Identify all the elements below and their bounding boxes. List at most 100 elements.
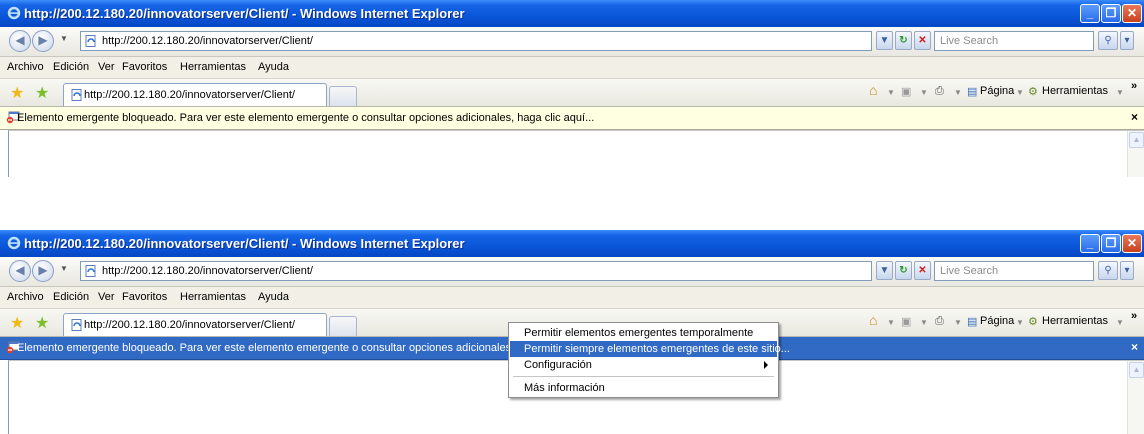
- gear-icon[interactable]: ⚙: [1028, 85, 1038, 98]
- tools-menu-button[interactable]: Herramientas: [1042, 315, 1108, 327]
- page-dropdown-icon[interactable]: ▼: [1016, 318, 1024, 327]
- page-icon: [85, 265, 96, 277]
- print-dropdown-icon[interactable]: ▼: [954, 318, 962, 327]
- browser-window-1: http://200.12.180.20/innovatorserver/Cli…: [0, 0, 1144, 177]
- minimize-button[interactable]: _: [1080, 4, 1100, 23]
- menu-edicion[interactable]: Edición: [53, 61, 89, 73]
- home-dropdown-icon[interactable]: ▼: [887, 88, 895, 97]
- page-icon: [71, 89, 82, 101]
- search-input[interactable]: Live Search: [934, 261, 1094, 281]
- address-bar[interactable]: http://200.12.180.20/innovatorserver/Cli…: [80, 31, 872, 51]
- minimize-button[interactable]: _: [1080, 234, 1100, 253]
- page-menu-button[interactable]: Página: [980, 85, 1014, 97]
- favorites-star-icon[interactable]: ★: [10, 83, 24, 103]
- navigation-bar: ◀ ▶ ▼ http://200.12.180.20/innovatorserv…: [0, 257, 1144, 287]
- page-dropdown-icon[interactable]: ▼: [1016, 88, 1024, 97]
- window-title: http://200.12.180.20/innovatorserver/Cli…: [24, 236, 465, 251]
- tabs-and-favorites-bar: ★ ★ http://200.12.180.20/innovatorserver…: [0, 79, 1144, 107]
- page-icon: [85, 35, 96, 47]
- menu-herramientas[interactable]: Herramientas: [180, 61, 246, 73]
- info-bar-message: Elemento emergente bloqueado. Para ver e…: [17, 112, 595, 124]
- menu-item-settings[interactable]: Configuración: [510, 357, 777, 373]
- menu-item-allow-temporarily[interactable]: Permitir elementos emergentes temporalme…: [510, 325, 777, 341]
- forward-button[interactable]: ▶: [32, 260, 54, 282]
- menu-item-more-info[interactable]: Más información: [510, 380, 777, 396]
- search-icon[interactable]: ⚲: [1098, 261, 1118, 280]
- search-options-dropdown[interactable]: ▾: [1120, 31, 1134, 50]
- maximize-button[interactable]: ❐: [1101, 4, 1121, 23]
- info-bar-close-icon[interactable]: ×: [1131, 340, 1138, 354]
- feeds-dropdown-icon[interactable]: ▼: [920, 88, 928, 97]
- new-tab-button[interactable]: [329, 86, 357, 106]
- back-button[interactable]: ◀: [9, 260, 31, 282]
- print-icon[interactable]: ⎙: [935, 315, 944, 328]
- menu-ver[interactable]: Ver: [98, 291, 115, 303]
- search-icon[interactable]: ⚲: [1098, 31, 1118, 50]
- home-dropdown-icon[interactable]: ▼: [887, 318, 895, 327]
- menu-edicion[interactable]: Edición: [53, 291, 89, 303]
- recent-pages-dropdown-icon[interactable]: ▼: [60, 34, 68, 43]
- info-bar-close-icon[interactable]: ×: [1131, 110, 1138, 124]
- new-tab-button[interactable]: [329, 316, 357, 336]
- menu-archivo[interactable]: Archivo: [7, 61, 44, 73]
- maximize-button[interactable]: ❐: [1101, 234, 1121, 253]
- close-window-button[interactable]: ✕: [1122, 234, 1142, 253]
- menu-separator: [513, 376, 774, 377]
- address-dropdown-button[interactable]: ▼: [876, 31, 893, 50]
- menu-herramientas[interactable]: Herramientas: [180, 291, 246, 303]
- tab-active[interactable]: http://200.12.180.20/innovatorserver/Cli…: [63, 313, 327, 336]
- add-favorites-icon[interactable]: ★: [35, 83, 49, 103]
- page-icon: [71, 319, 82, 331]
- favorites-star-icon[interactable]: ★: [10, 313, 24, 333]
- stop-button[interactable]: ✕: [914, 31, 931, 50]
- scroll-up-icon[interactable]: ▲: [1129, 362, 1144, 378]
- title-bar[interactable]: http://200.12.180.20/innovatorserver/Cli…: [0, 0, 1144, 27]
- chevron-more-icon[interactable]: »: [1131, 310, 1137, 322]
- information-bar[interactable]: Elemento emergente bloqueado. Para ver e…: [0, 107, 1144, 130]
- gear-icon[interactable]: ⚙: [1028, 315, 1038, 328]
- refresh-button[interactable]: ↻: [895, 31, 912, 50]
- tools-menu-button[interactable]: Herramientas: [1042, 85, 1108, 97]
- menu-ayuda[interactable]: Ayuda: [258, 291, 289, 303]
- add-favorites-icon[interactable]: ★: [35, 313, 49, 333]
- stop-button[interactable]: ✕: [914, 261, 931, 280]
- feeds-dropdown-icon[interactable]: ▼: [920, 318, 928, 327]
- address-bar[interactable]: http://200.12.180.20/innovatorserver/Cli…: [80, 261, 872, 281]
- address-url: http://200.12.180.20/innovatorserver/Cli…: [102, 265, 313, 277]
- home-icon[interactable]: ⌂: [869, 312, 877, 328]
- page-menu-button[interactable]: Página: [980, 315, 1014, 327]
- menu-ver[interactable]: Ver: [98, 61, 115, 73]
- recent-pages-dropdown-icon[interactable]: ▼: [60, 264, 68, 273]
- title-bar[interactable]: http://200.12.180.20/innovatorserver/Cli…: [0, 230, 1144, 257]
- refresh-button[interactable]: ↻: [895, 261, 912, 280]
- back-button[interactable]: ◀: [9, 30, 31, 52]
- forward-button[interactable]: ▶: [32, 30, 54, 52]
- menu-archivo[interactable]: Archivo: [7, 291, 44, 303]
- scroll-up-icon[interactable]: ▲: [1129, 132, 1144, 148]
- page-menu-icon[interactable]: ▤: [967, 315, 977, 328]
- search-options-dropdown[interactable]: ▾: [1120, 261, 1134, 280]
- close-window-button[interactable]: ✕: [1122, 4, 1142, 23]
- search-input[interactable]: Live Search: [934, 31, 1094, 51]
- tab-title: http://200.12.180.20/innovatorserver/Cli…: [84, 89, 295, 101]
- tab-active[interactable]: http://200.12.180.20/innovatorserver/Cli…: [63, 83, 327, 106]
- vertical-scrollbar[interactable]: ▲: [1127, 361, 1144, 434]
- page-menu-icon[interactable]: ▤: [967, 85, 977, 98]
- menu-ayuda[interactable]: Ayuda: [258, 61, 289, 73]
- ie-logo-icon: [7, 236, 21, 250]
- feeds-icon[interactable]: ▣: [901, 315, 911, 328]
- print-dropdown-icon[interactable]: ▼: [954, 88, 962, 97]
- menu-favoritos[interactable]: Favoritos: [122, 61, 167, 73]
- chevron-more-icon[interactable]: »: [1131, 80, 1137, 92]
- feeds-icon[interactable]: ▣: [901, 85, 911, 98]
- print-icon[interactable]: ⎙: [935, 85, 944, 98]
- vertical-scrollbar[interactable]: ▲: [1127, 131, 1144, 177]
- tools-dropdown-icon[interactable]: ▼: [1116, 318, 1124, 327]
- address-dropdown-button[interactable]: ▼: [876, 261, 893, 280]
- menu-item-always-allow-site[interactable]: Permitir siempre elementos emergentes de…: [510, 341, 790, 357]
- menu-bar: Archivo Edición Ver Favoritos Herramient…: [0, 57, 1144, 79]
- home-icon[interactable]: ⌂: [869, 82, 877, 98]
- tools-dropdown-icon[interactable]: ▼: [1116, 88, 1124, 97]
- ie-logo-icon: [7, 6, 21, 20]
- menu-favoritos[interactable]: Favoritos: [122, 291, 167, 303]
